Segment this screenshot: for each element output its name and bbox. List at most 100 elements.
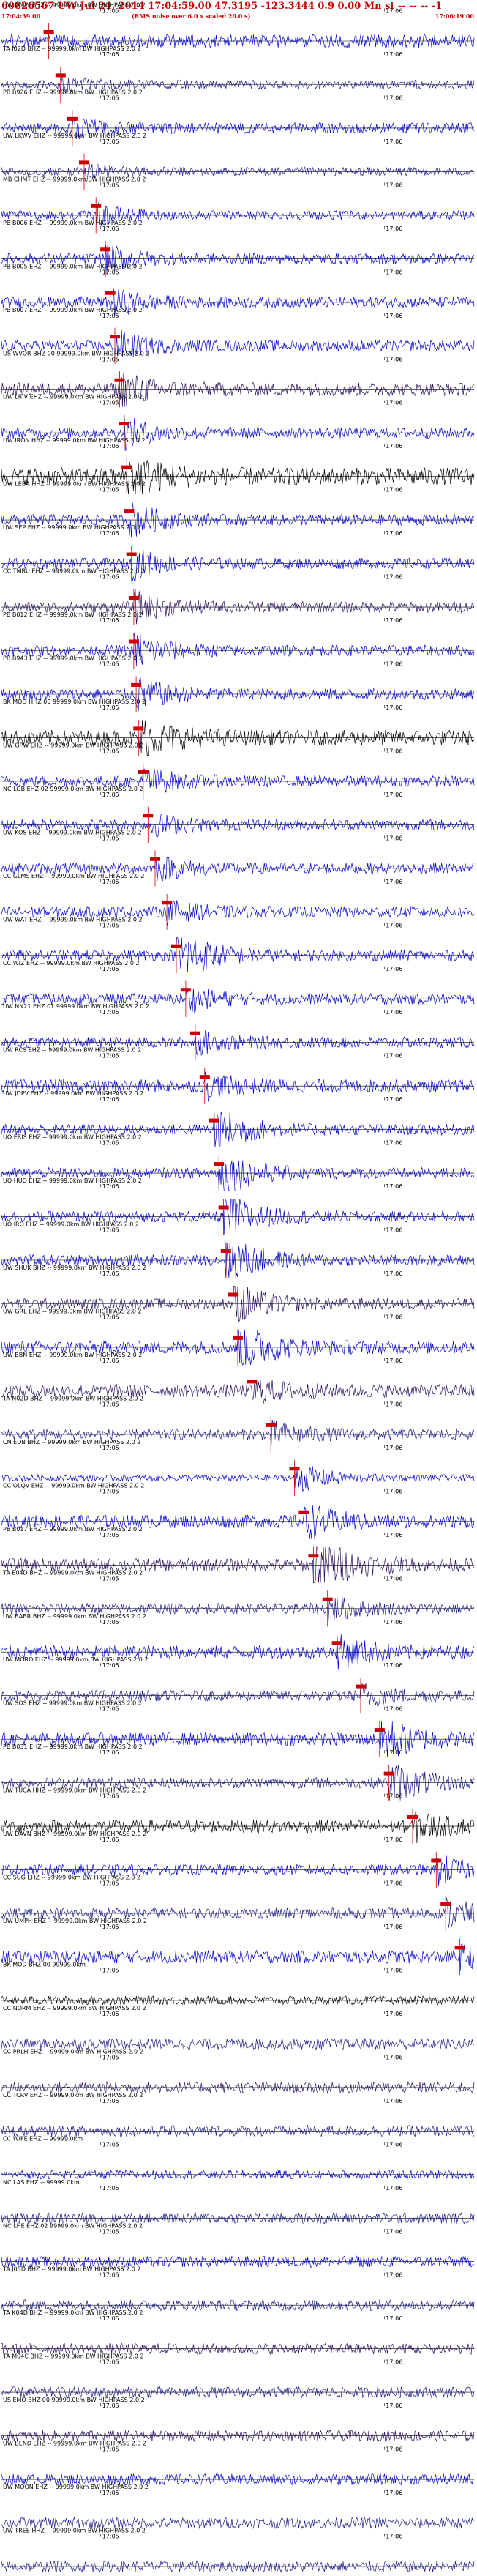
trace-label: NC LHE EHZ 02 99999.0km BW HIGHPASS 2.0 … (3, 2222, 143, 2229)
trace-label: UW NN21 EHZ 01 99999.0km BW HIGHPASS 2.0… (3, 1003, 149, 1010)
time-tick-label: 17:06 (386, 1009, 402, 1016)
trace-label: CC SUG EHZ -- 99999.0km BW HIGHPASS 2.0 … (3, 1875, 140, 1881)
time-tick-label: 17:05 (102, 1270, 119, 1277)
time-tick-label: 17:05 (102, 1096, 119, 1103)
time-tick-label: 17:06 (386, 2402, 402, 2409)
time-tick-label: 17:06 (386, 1619, 402, 1626)
time-tick-label: 17:05 (102, 661, 119, 668)
time-tick-label: 17:05 (102, 356, 119, 362)
trace-label: BK MOD BHZ 00 99999.0km (3, 1962, 86, 1968)
time-tick-label: 17:06 (386, 2054, 402, 2061)
time-tick-label: 17:06 (386, 1270, 402, 1277)
trace-label: TA K04D BHZ -- 99999.0km BW HIGHPASS 2.0… (2, 2309, 143, 2316)
time-tick-label: 17:05 (102, 1358, 119, 1364)
time-tick-label: 17:06 (386, 313, 402, 319)
time-tick-label: 17:06 (386, 879, 402, 885)
time-tick-label: 17:06 (386, 922, 402, 928)
time-tick-label: 17:06 (386, 95, 402, 102)
time-tick-label: 17:06 (386, 574, 402, 581)
time-tick-label: 17:05 (102, 2141, 119, 2148)
time-tick-label: 17:06 (386, 1836, 402, 1843)
time-tick-label: 17:05 (102, 1183, 119, 1190)
time-tick-label: 17:05 (102, 2185, 119, 2192)
trace-label: UW SHUK BHZ -- 99999.0km BW HIGHPASS 2.0… (3, 1265, 146, 1271)
trace-row: NC LHE EHZ 02 99999.0km BW HIGHPASS 2.0 … (1, 2222, 475, 2268)
time-tick-label: 17:05 (102, 2011, 119, 2017)
time-tick-label: 17:05 (102, 1793, 119, 1800)
trace-label: UO ERIS EHZ -- 99999.0km BW HIGHPASS 2.0… (3, 1134, 142, 1141)
time-tick-label: 17:06 (386, 617, 402, 624)
trace-row: BK MOD BHZ 00 99999.0km 17:05 17:06 (1, 1962, 475, 2006)
time-tick-label: 17:06 (386, 704, 402, 711)
trace-label: UW DAVN BHZ -- 99999.0km BW HIGHPASS 2.0… (3, 1831, 146, 1837)
time-tick-label: 17:06 (386, 1924, 402, 1930)
trace-row: CC NORM EHZ -- 99999.0km BW HIGHPASS 2.0… (1, 2005, 475, 2050)
time-tick-label: 17:06 (386, 138, 402, 145)
time-tick-label: 17:05 (102, 2098, 119, 2104)
time-tick-label: 17:05 (102, 1575, 119, 1582)
time-tick-label: 17:06 (386, 400, 402, 406)
time-tick-label: 17:06 (386, 2534, 402, 2540)
time-tick-label: 17:05 (102, 2272, 119, 2279)
waveform-trace (1, 1808, 475, 1844)
trace-label: TA N02D BHZ -- 99999.0km BW HIGHPASS 2.0… (2, 1395, 143, 1401)
time-tick-label: 17:05 (102, 400, 119, 406)
time-tick-label: 17:06 (386, 1880, 402, 1887)
trace-label: UW TUCA HHZ -- 99999.0km BW HIGHPASS 2.0… (3, 1787, 146, 1794)
trace-label: UW MOON EHZ -- 99999.0km BW HIGHPASS 2.0… (3, 2484, 149, 2490)
trace-label: PB B926 EHZ -- 99999.0km BW HIGHPASS 2.0… (3, 89, 143, 96)
trace-label: US WVOR BHZ 00 99999.0km BW HIGHPASS 2.0… (3, 350, 150, 357)
time-tick-label: 17:06 (386, 2490, 402, 2496)
time-tick-label: 17:05 (102, 1532, 119, 1538)
trace-row: TA J05D BHZ -- 99999.0km BW HIGHPASS 2.0… (1, 2266, 475, 2312)
time-tick-label: 17:06 (386, 2315, 402, 2322)
trace-label: UW SOS EHZ -- 99999.0km BW HIGHPASS 2.0 … (3, 1700, 142, 1707)
trace-row: CC TCRV EHZ -- 99999.0km BW HIGHPASS 2.0… (1, 2092, 475, 2137)
time-tick-label: 17:05 (102, 138, 119, 145)
time-tick-label: 17:06 (386, 2141, 402, 2148)
trace-label: PB B031 EHZ -- 99999.0km BW HIGHPASS 2.0… (3, 1743, 143, 1750)
time-tick-label: 17:06 (386, 1793, 402, 1800)
time-tick-label: 17:05 (102, 2054, 119, 2061)
time-tick-label: 17:06 (386, 2228, 402, 2235)
trace-label: TA J05D BHZ -- 99999.0km BW HIGHPASS 2.0… (2, 2266, 141, 2273)
time-tick-label: 17:06 (386, 356, 402, 362)
trace-row: UW TREE HHZ -- 99999.0km BW HIGHPASS 2.0… (1, 2528, 475, 2573)
waveform-trace (1, 418, 475, 451)
time-tick-label: 17:05 (102, 1924, 119, 1930)
time-tick-label: 17:05 (102, 1619, 119, 1626)
time-tick-label: 17:05 (102, 704, 119, 711)
time-tick-label: 17:06 (386, 226, 402, 232)
time-tick-label: 17:06 (386, 182, 402, 188)
time-tick-label: 17:06 (386, 1401, 402, 1407)
time-tick-label: 17:05 (102, 95, 119, 102)
time-tick-label: 17:06 (386, 2098, 402, 2104)
time-tick-label: 17:05 (102, 1053, 119, 1060)
waveform-trace (1, 549, 475, 581)
time-tick-label: 17:06 (386, 1140, 402, 1147)
time-tick-label: 17:05 (102, 51, 119, 58)
time-tick-label: 17:05 (102, 8, 119, 15)
waveform-trace (1, 373, 475, 407)
trace-label: CC TMBU EHZ -- 99999.0km BW HIGHPASS 2.0… (3, 568, 145, 575)
time-tick-label: 17:05 (102, 2359, 119, 2366)
trace-label: PB B017 EHZ -- 99999.0km BW HIGHPASS 2.0… (3, 1526, 143, 1533)
time-tick-label: 17:05 (102, 443, 119, 450)
trace-label: UW BEND EHZ -- 99999.0km BW HIGHPASS 2.0… (3, 2441, 146, 2447)
trace-label: UW MORO EHZ -- 99999.0km BW HIGHPASS 2.0… (3, 1656, 148, 1663)
trace-label: CC NORM EHZ -- 99999.0km BW HIGHPASS 2.0… (3, 2005, 146, 2011)
trace-row: NC LAS EHZ -- 99999.0km 17:05 17:06 (1, 2179, 475, 2225)
trace-row: CC WIFE EHZ -- 99999.0km 17:05 17:06 (1, 2135, 475, 2181)
trace-label: CC WIFE EHZ -- 99999.0km (3, 2135, 83, 2142)
time-tick-label: 17:05 (102, 269, 119, 275)
time-tick-label: 17:06 (386, 1532, 402, 1538)
time-tick-label: 17:05 (102, 226, 119, 232)
time-tick-label: 17:05 (102, 1009, 119, 1016)
trace-row: US EMO BHZ 00 99999.0km BW HIGHPASS 2.0 … (1, 2397, 475, 2443)
time-tick-label: 17:06 (386, 1314, 402, 1321)
waveform-trace (1, 1071, 475, 1102)
time-tick-label: 17:06 (386, 487, 402, 494)
waveform-trace (1, 1505, 475, 1539)
trace-row: TA K04D BHZ -- 99999.0km BW HIGHPASS 2.0… (1, 2309, 475, 2356)
time-tick-label: 17:06 (386, 1968, 402, 1974)
